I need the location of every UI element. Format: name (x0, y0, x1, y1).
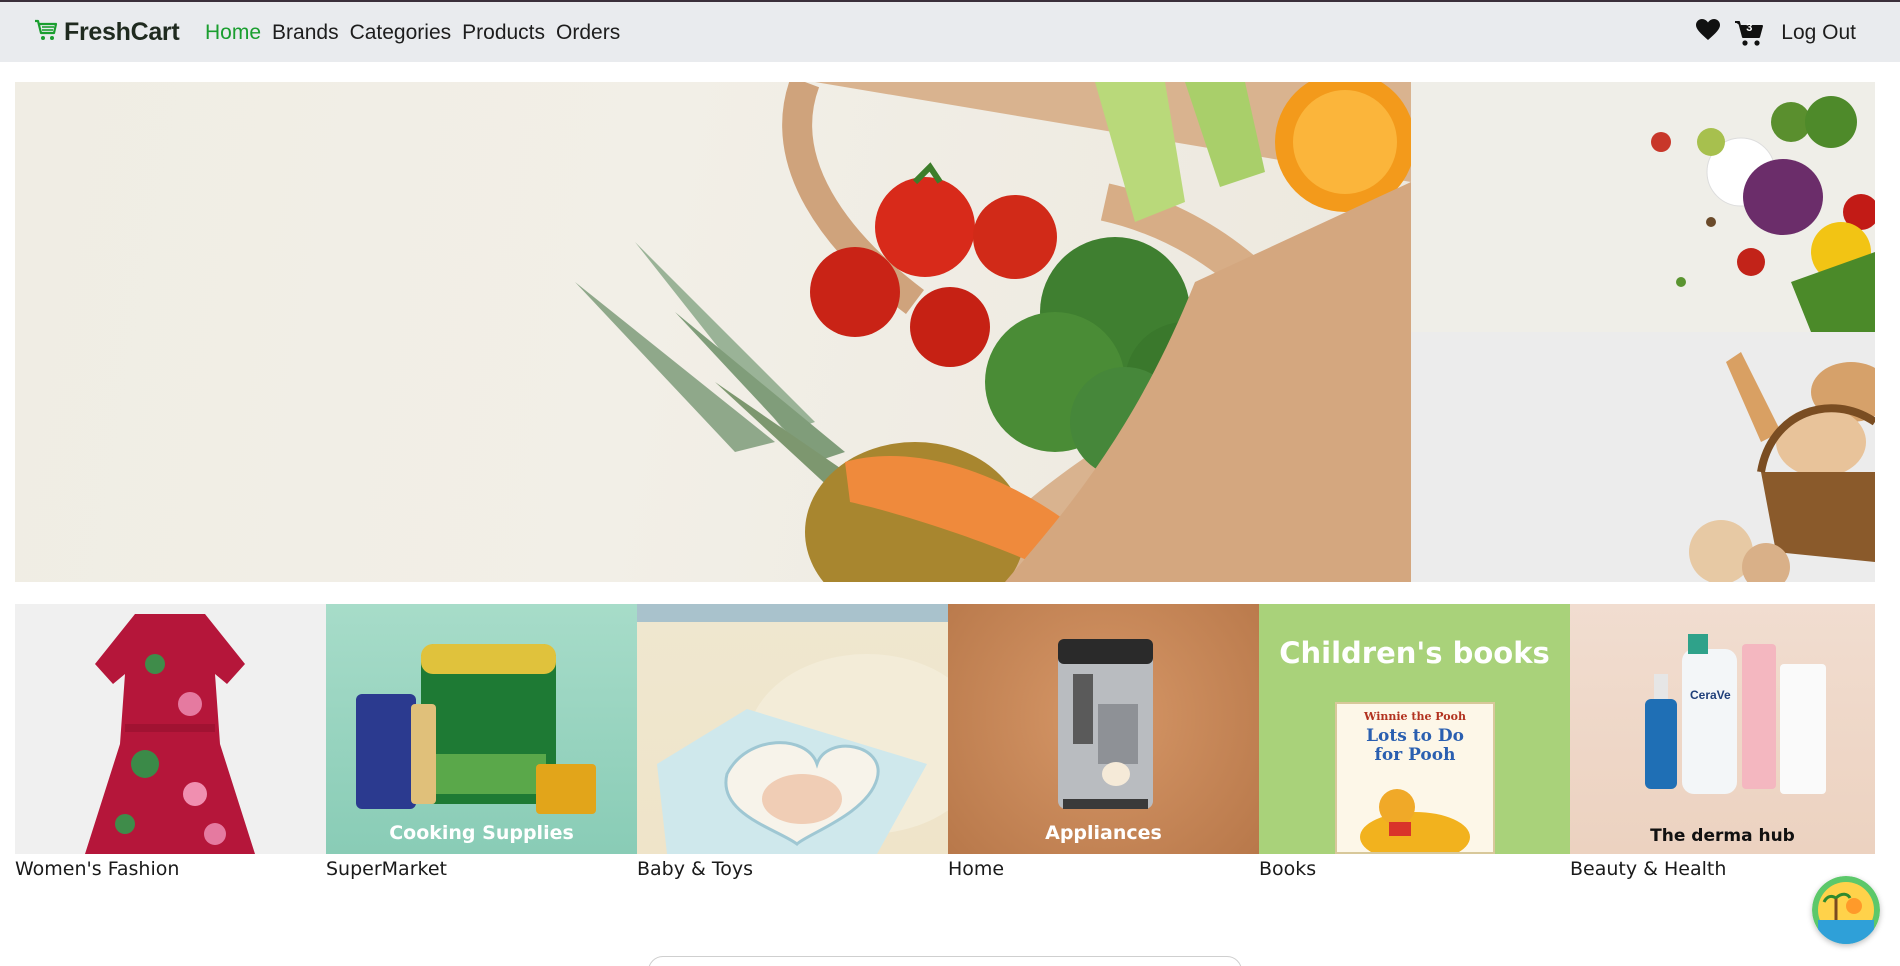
category-image: CeraVe The derma hub (1570, 604, 1875, 854)
hero-main-slide[interactable] (15, 82, 1411, 582)
cart-count-badge: 3 (1746, 21, 1753, 34)
category-name: SuperMarket (326, 858, 447, 880)
chat-widget-icon[interactable] (1812, 876, 1880, 944)
nav-link-brands[interactable]: Brands (272, 21, 339, 45)
product-brand-label: CeraVe (1690, 688, 1731, 702)
category-card-books[interactable]: Children's books Winnie the Pooh Lots to… (1259, 604, 1570, 884)
category-name: Women's Fashion (15, 858, 180, 880)
cart-logo-icon (34, 18, 58, 47)
category-image (15, 604, 326, 854)
category-card-supermarket[interactable]: Cooking Supplies SuperMarket (326, 604, 637, 884)
category-caption: Cooking Supplies (389, 822, 574, 844)
skincare-image (1645, 634, 1826, 794)
nav-link-products[interactable]: Products (462, 21, 545, 45)
book-brand: Winnie the Pooh (1364, 710, 1466, 723)
pooh-illustration (1360, 789, 1470, 852)
diapers-image (657, 654, 948, 854)
nav-link-categories[interactable]: Categories (350, 21, 452, 45)
category-card-home[interactable]: Appliances Home (948, 604, 1259, 884)
category-card-beauty-health[interactable]: CeraVe The derma hub Beauty & Health (1570, 604, 1881, 884)
category-image: Children's books Winnie the Pooh Lots to… (1259, 604, 1570, 854)
category-image: Cooking Supplies (326, 604, 637, 854)
groceries-image (356, 644, 596, 814)
cart-icon[interactable]: 3 (1734, 19, 1764, 47)
nav-link-home[interactable]: Home (205, 21, 261, 45)
logout-button[interactable]: Log Out (1781, 21, 1856, 45)
dress-image (85, 614, 255, 854)
main-nav: Home Brands Categories Products Orders (205, 21, 620, 45)
vegetables-image (1651, 96, 1875, 332)
category-card-baby-toys[interactable]: Baby & Toys (637, 604, 948, 884)
category-caption: The derma hub (1650, 826, 1795, 846)
heart-icon[interactable] (1695, 18, 1721, 47)
hero-side-bread[interactable] (1411, 332, 1875, 582)
category-image (637, 604, 948, 854)
category-caption: Appliances (1045, 822, 1162, 844)
category-name: Books (1259, 858, 1317, 880)
bread-basket-image (1689, 352, 1875, 582)
category-name: Beauty & Health (1570, 858, 1727, 880)
nav-actions: 3 Log Out (1695, 18, 1856, 47)
category-slider: Women's Fashion Cooking Supplies SuperMa… (15, 604, 1875, 884)
hero-side-vegetables[interactable] (1411, 82, 1875, 332)
nav-link-orders[interactable]: Orders (556, 21, 620, 45)
book-title: Lots to Do for Pooh (1366, 726, 1464, 765)
navbar: FreshCart Home Brands Categories Product… (0, 2, 1900, 62)
brand-name: FreshCart (64, 18, 180, 46)
coffee-machine-image (1058, 639, 1153, 809)
category-image: Appliances (948, 604, 1259, 854)
category-card-womens-fashion[interactable]: Women's Fashion (15, 604, 326, 884)
brand-logo[interactable]: FreshCart (34, 18, 180, 47)
book-cover: Winnie the Pooh Lots to Do for Pooh (1335, 702, 1495, 854)
category-name: Baby & Toys (637, 858, 754, 880)
category-caption: Children's books (1279, 636, 1550, 670)
search-input[interactable] (648, 956, 1242, 966)
grocery-bag-image (575, 82, 1411, 582)
category-name: Home (948, 858, 1005, 880)
